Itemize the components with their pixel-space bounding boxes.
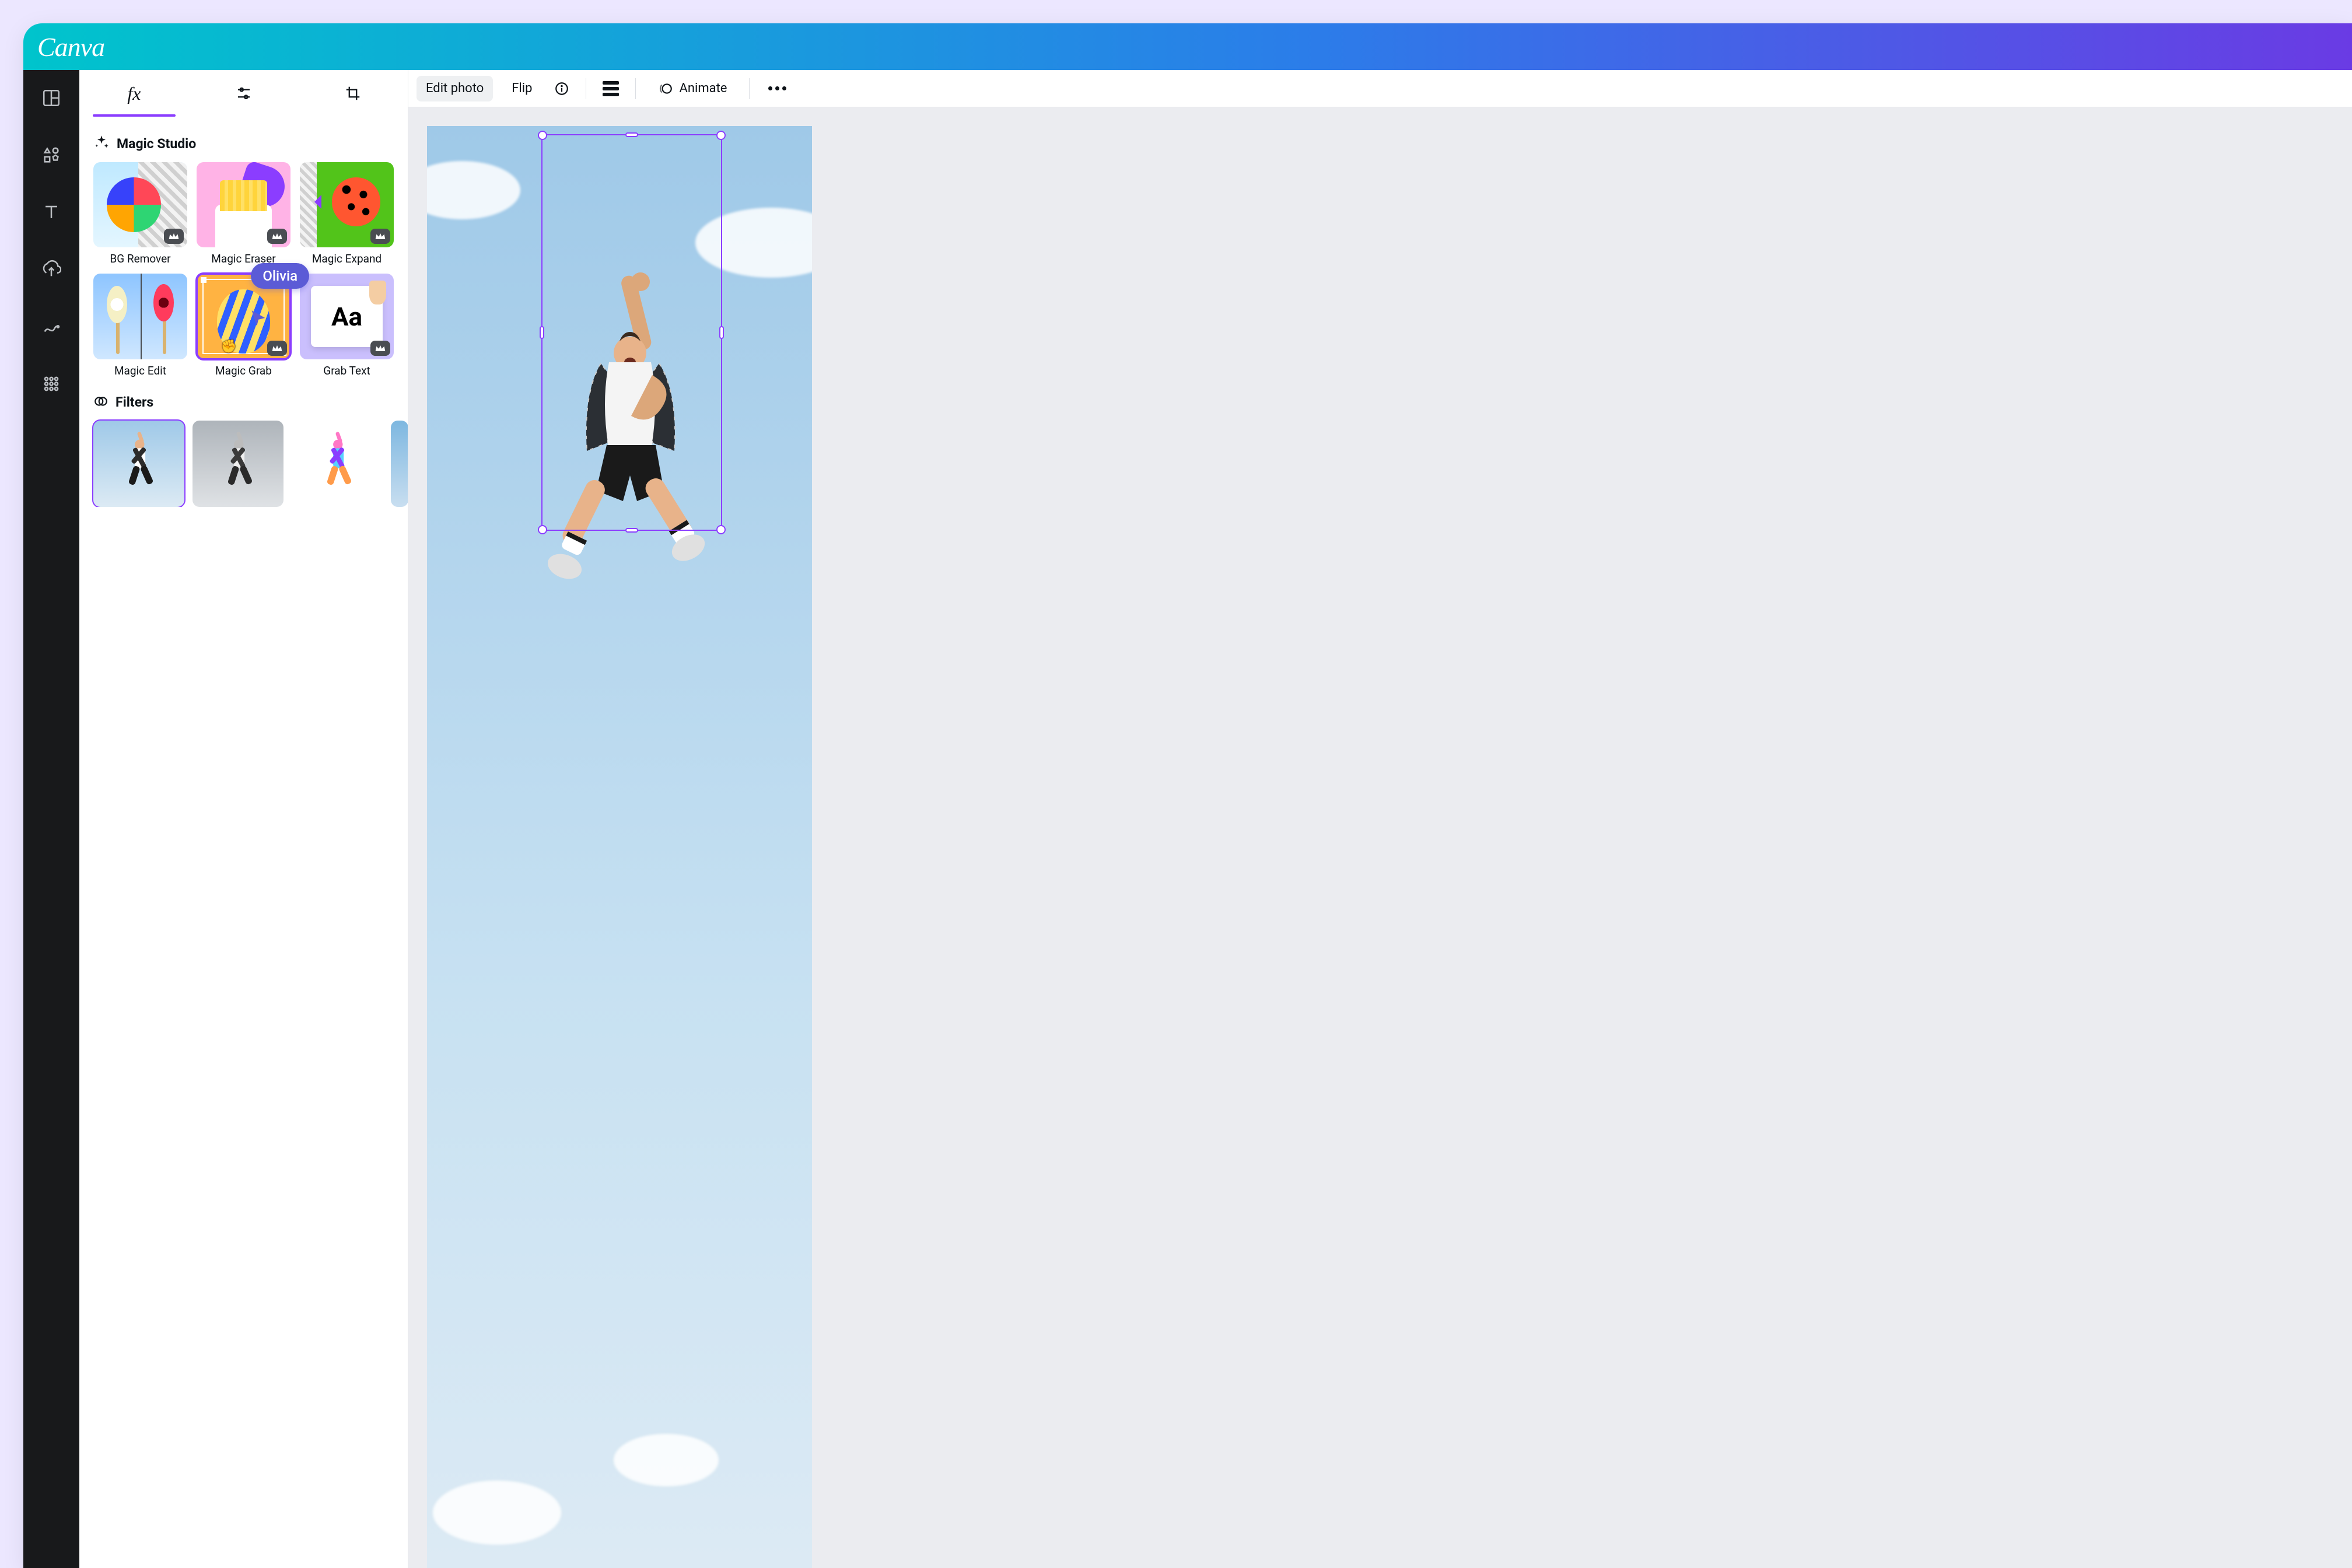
canvas-area: Edit photo Flip Animate [408,70,2352,1568]
elements-icon[interactable] [40,144,63,167]
grab-hand-icon: ✊ [221,340,237,354]
tool-label: Magic Expand [312,252,382,265]
info-button[interactable] [551,76,573,102]
app-window: Canva fx [23,23,2352,1568]
edit-photo-button[interactable]: Edit photo [416,76,493,102]
section-title: Filters [116,394,153,410]
toolbar-separator [749,78,750,99]
templates-icon[interactable] [40,86,63,110]
titlebar: Canva [23,23,2352,70]
object-rail [23,70,79,1568]
filters-header: Filters [93,394,394,411]
collaborator-cursor-icon [249,308,268,330]
layers-stack-icon [603,81,619,96]
context-toolbar: Edit photo Flip Animate [408,70,2352,107]
grab-text-thumb: Aa [300,274,394,359]
adjust-tab[interactable] [189,70,299,117]
brand-logo[interactable]: Canva [37,32,104,62]
filter-vivid[interactable] [292,421,383,508]
resize-handle-tl[interactable] [538,131,547,140]
animate-icon [658,81,673,96]
magic-studio-header: Magic Studio [93,134,394,153]
tool-magic-expand[interactable]: Magic Expand [300,162,394,265]
filter-none[interactable] [93,421,184,508]
panel-body: Magic Studio BG Remover [79,117,408,507]
resize-handle-t[interactable] [625,132,638,137]
filter-cool[interactable] [391,421,408,508]
resize-handle-tr[interactable] [716,131,726,140]
canvas-photo[interactable] [427,126,812,1568]
tool-magic-grab[interactable]: Olivia ✊ Magic Grab [197,274,290,377]
tool-magic-eraser[interactable]: Magic Eraser [197,162,290,265]
tool-magic-edit[interactable]: Magic Edit [93,274,187,377]
tool-grab-text[interactable]: Aa Grab Text [300,274,394,377]
workspace: fx Magic Studio [23,70,2352,1568]
crop-tab[interactable] [298,70,408,117]
tool-label: BG Remover [110,252,170,265]
side-panel: fx Magic Studio [79,70,408,1568]
filters-row [93,421,394,508]
premium-badge-icon [267,229,287,244]
resize-handle-b[interactable] [625,528,638,533]
flip-button[interactable]: Flip [502,76,541,102]
uploads-icon[interactable] [40,258,63,281]
selection-box[interactable] [541,134,722,531]
resize-handle-bl[interactable] [538,525,547,534]
more-dots-icon [768,86,786,90]
animate-button[interactable]: Animate [649,76,736,102]
premium-badge-icon [267,341,287,356]
premium-badge-icon [370,341,390,356]
magic-edit-thumb [93,274,187,359]
premium-badge-icon [370,229,390,244]
tool-label: Magic Edit [114,364,166,377]
canvas-stage[interactable] [408,107,2352,1568]
magic-studio-grid: BG Remover Magic Eraser [93,162,394,377]
magic-expand-thumb [300,162,394,247]
collaborator-badge: Olivia [251,263,309,289]
effects-tab[interactable]: fx [79,70,189,117]
tool-bg-remover[interactable]: BG Remover [93,162,187,265]
resize-handle-l[interactable] [540,326,544,339]
draw-icon[interactable] [40,315,63,338]
filter-grayscale[interactable] [192,421,284,508]
overlap-circles-icon [93,394,108,411]
position-button[interactable] [599,76,622,102]
premium-badge-icon [164,229,184,244]
magic-eraser-thumb [197,162,290,247]
panel-tabs: fx [79,70,408,117]
apps-grid-icon[interactable] [40,372,63,396]
bg-remover-thumb [93,162,187,247]
section-title: Magic Studio [117,136,196,152]
resize-handle-r[interactable] [719,326,724,339]
resize-handle-br[interactable] [716,525,726,534]
tool-label: Magic Grab [215,364,272,377]
tool-label: Grab Text [323,364,370,377]
sparkles-icon [93,134,110,153]
text-icon[interactable] [40,201,63,224]
toolbar-separator [635,78,636,99]
more-button[interactable] [762,76,792,102]
